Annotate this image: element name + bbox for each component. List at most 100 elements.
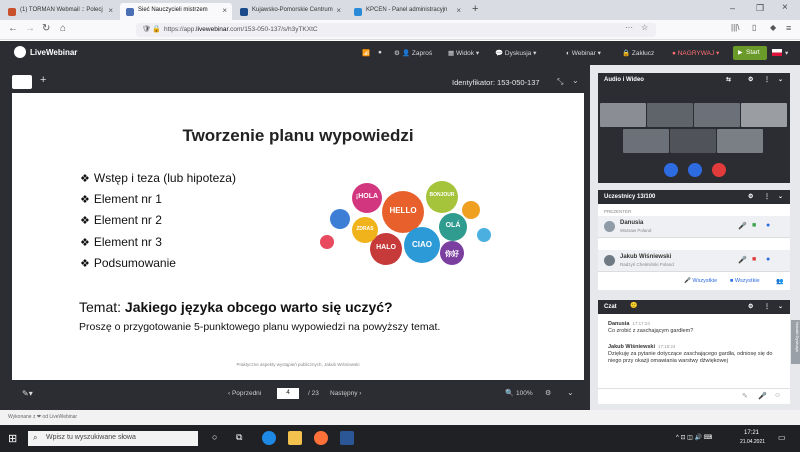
settings-icon[interactable]: ⚙: [394, 49, 400, 57]
taskbar-search-input[interactable]: ⌕ Wpisz tu wyszukiwane słowa: [28, 431, 198, 446]
chevron-down-icon[interactable]: ⌄: [778, 193, 783, 200]
zoom-icon[interactable]: 🔍: [505, 389, 514, 397]
slide-tab-icon[interactable]: [12, 75, 32, 89]
settings-icon[interactable]: ⚙: [545, 389, 551, 397]
close-tab-icon[interactable]: ×: [456, 6, 461, 15]
library-icon[interactable]: |||\: [731, 23, 739, 32]
menu-icon[interactable]: ≡: [786, 23, 791, 33]
mute-all-button[interactable]: 🎤 Wszystkie: [684, 278, 717, 284]
add-tab-icon[interactable]: +: [40, 74, 46, 86]
chevron-down-icon[interactable]: ⌄: [572, 76, 579, 85]
participant-row[interactable]: Jakub Wiśniewski Radzyń Chełmiński Polan…: [598, 250, 790, 272]
camera-all-button[interactable]: ■ Wszystkie: [730, 278, 760, 284]
sidebar-icon[interactable]: ▯: [752, 23, 756, 32]
zoom-level[interactable]: 100%: [516, 390, 533, 397]
camera-toggle-icon[interactable]: [664, 163, 678, 177]
chat-message: Jakub Wiśniewski 17:18:24 Dziękuję za pyt…: [608, 344, 773, 364]
taskbar-date: 21.04.2021: [740, 439, 766, 445]
webinar-menu[interactable]: ◐ Webinar ▾: [566, 49, 601, 57]
participant-row[interactable]: Danusia Warsaw Poland 🎤 ■ ●: [598, 216, 790, 238]
address-bar[interactable]: 🛡 🔒 https://app.livewebinar.com/153-050-…: [136, 23, 656, 37]
info-icon[interactable]: ●: [378, 49, 382, 56]
record-button[interactable]: ● NAGRYWAJ ▾: [672, 49, 719, 57]
slide-title: Tworzenie planu wypowiedzi: [182, 126, 414, 145]
lock-room-button[interactable]: 🔒 Zakłucz: [622, 49, 654, 57]
forward-icon[interactable]: →: [25, 23, 35, 34]
attach-icon[interactable]: ✎: [742, 392, 748, 400]
browser-tab-bar: (1) TORMAN Webmail :: Polecj × Sieć Nauc…: [0, 0, 800, 20]
more-icon[interactable]: ⋮: [764, 193, 770, 200]
back-icon[interactable]: ←: [8, 23, 18, 34]
chat-message: Danusia 17:17:24 Co zrobić z zaschającym …: [608, 321, 694, 334]
reload-icon[interactable]: ↻: [42, 23, 50, 34]
file-explorer-icon[interactable]: [288, 431, 302, 445]
browser-tab[interactable]: (1) TORMAN Webmail :: Polecj ×: [2, 3, 118, 20]
page-actions-icon[interactable]: ···: [625, 23, 633, 32]
browser-tab[interactable]: Kujawsko-Pomorskie Centrum ×: [234, 3, 346, 20]
info-icon[interactable]: ●: [766, 222, 770, 229]
microphone-icon[interactable]: 🎤: [738, 256, 747, 264]
new-tab-icon[interactable]: +: [472, 3, 478, 15]
start-button[interactable]: ▶ Start: [733, 46, 767, 60]
chat-input[interactable]: ✎ 🎤 ☺: [598, 388, 790, 404]
emoji-icon[interactable]: 🙂: [630, 302, 637, 309]
close-tab-icon[interactable]: ×: [222, 6, 227, 15]
close-window-icon[interactable]: ×: [782, 2, 788, 13]
pen-tool-icon[interactable]: ✎▾: [22, 389, 33, 398]
video-tile[interactable]: [717, 129, 763, 153]
maximize-icon[interactable]: ❐: [756, 3, 764, 14]
close-tab-icon[interactable]: ×: [108, 6, 113, 15]
discussion-menu[interactable]: 💬 Dyskusja ▾: [495, 49, 536, 57]
settings-icon[interactable]: ⚙: [748, 76, 753, 83]
language-flag-icon[interactable]: [772, 49, 782, 56]
fullscreen-icon[interactable]: ⤡: [557, 77, 563, 87]
home-icon[interactable]: ⌂: [60, 23, 66, 34]
settings-icon[interactable]: ⚙: [748, 193, 753, 200]
settings-icon[interactable]: ⚙: [748, 303, 753, 310]
browser-tab[interactable]: KPCEN - Panel administracyjn ×: [348, 3, 466, 20]
add-user-icon[interactable]: 👥: [776, 278, 783, 285]
next-slide-button[interactable]: Następny ›: [330, 390, 361, 397]
view-menu[interactable]: ▦ Widok ▾: [448, 49, 479, 57]
favicon-icon: [240, 8, 248, 16]
minimize-icon[interactable]: –: [730, 3, 735, 13]
info-icon[interactable]: ●: [766, 256, 770, 263]
windows-start-icon[interactable]: ⊞: [8, 432, 17, 445]
side-tab[interactable]: Notatki Dyskusja: [791, 320, 800, 364]
video-tile[interactable]: [647, 103, 693, 127]
edge-icon[interactable]: [262, 431, 276, 445]
page-number-input[interactable]: 4: [277, 388, 299, 399]
bookmark-icon[interactable]: ☆: [641, 23, 648, 32]
cortana-icon[interactable]: ○: [212, 432, 217, 442]
layout-icon[interactable]: ⇆: [726, 76, 731, 83]
emoji-icon[interactable]: ☺: [774, 392, 781, 399]
invite-button[interactable]: 👤 Zaproś: [402, 49, 432, 57]
hang-up-icon[interactable]: [712, 163, 726, 177]
record-icon[interactable]: ■: [752, 256, 756, 263]
video-tile[interactable]: [600, 103, 646, 127]
chevron-down-icon[interactable]: ⌄: [778, 76, 783, 83]
video-tile[interactable]: [670, 129, 716, 153]
microphone-icon[interactable]: 🎤: [738, 222, 747, 230]
microphone-toggle-icon[interactable]: [688, 163, 702, 177]
video-tile[interactable]: [694, 103, 740, 127]
previous-slide-button[interactable]: ‹ Poprzedni: [228, 390, 261, 397]
microphone-icon[interactable]: 🎤: [758, 392, 767, 400]
chevron-down-icon[interactable]: ▾: [785, 49, 788, 57]
system-tray-icons[interactable]: ^ ⊡ ◫ 🔊 ⌨: [676, 434, 712, 441]
more-icon[interactable]: ⋮: [764, 76, 770, 83]
word-icon[interactable]: [340, 431, 354, 445]
video-tile[interactable]: [623, 129, 669, 153]
camera-icon[interactable]: ■: [752, 222, 756, 229]
extension-icon[interactable]: ◆: [770, 23, 776, 32]
browser-tab-active[interactable]: Sieć Nauczycieli mistrzem ×: [120, 3, 232, 20]
firefox-icon[interactable]: [314, 431, 328, 445]
close-tab-icon[interactable]: ×: [336, 6, 341, 15]
chevron-down-icon[interactable]: ⌄: [778, 303, 783, 310]
video-tile[interactable]: [741, 103, 787, 127]
chevron-down-icon[interactable]: ⌄: [567, 388, 574, 397]
more-icon[interactable]: ⋮: [764, 303, 770, 310]
task-view-icon[interactable]: ⧉: [236, 432, 242, 443]
speech-bubble: ¡HOLA: [352, 183, 382, 213]
notifications-icon[interactable]: ▭: [778, 433, 786, 442]
